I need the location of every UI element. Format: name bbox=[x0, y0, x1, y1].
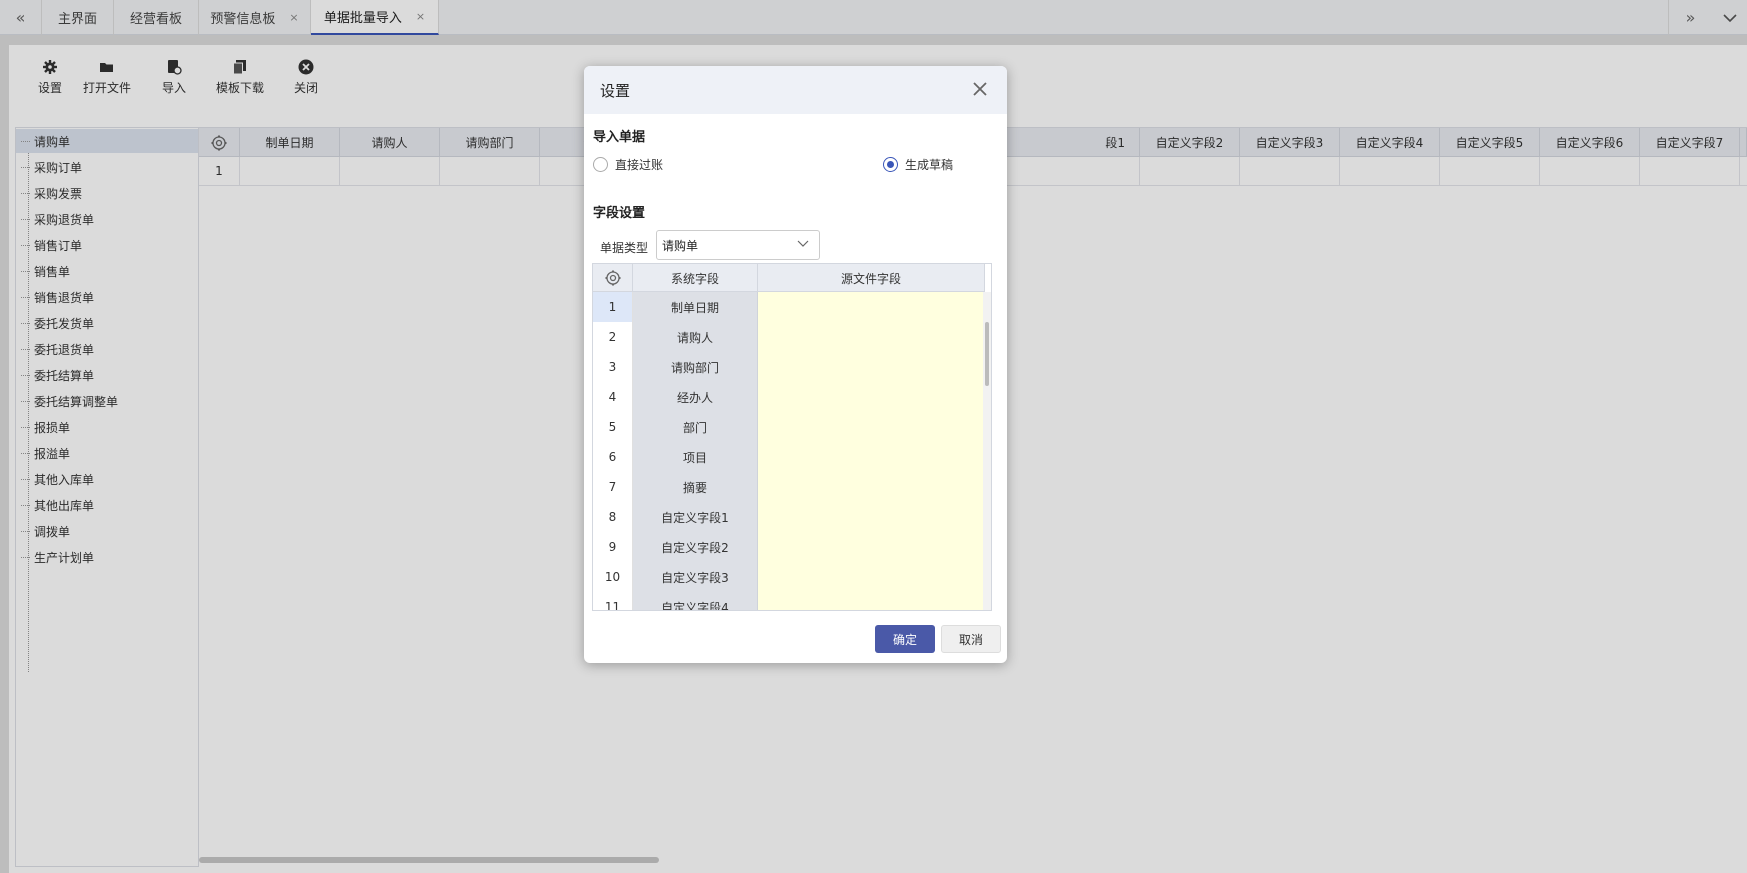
row-index: 7 bbox=[593, 472, 633, 502]
system-field-cell: 自定义字段2 bbox=[633, 532, 758, 562]
vertical-scrollbar[interactable] bbox=[983, 292, 991, 610]
cancel-button[interactable]: 取消 bbox=[941, 625, 1001, 653]
table-row[interactable]: 10 自定义字段3 bbox=[593, 562, 985, 592]
document-type-select[interactable]: 请购单 bbox=[656, 230, 820, 260]
source-field-cell[interactable] bbox=[758, 382, 985, 412]
row-index: 9 bbox=[593, 532, 633, 562]
field-table-header: 系统字段 源文件字段 bbox=[593, 264, 985, 292]
table-row[interactable]: 2 请购人 bbox=[593, 322, 985, 352]
row-index: 10 bbox=[593, 562, 633, 592]
radio-circle bbox=[593, 157, 608, 172]
source-field-cell[interactable] bbox=[758, 562, 985, 592]
source-field-cell[interactable] bbox=[758, 592, 985, 610]
radio-direct-post[interactable]: 直接过账 bbox=[593, 156, 663, 173]
source-field-cell[interactable] bbox=[758, 352, 985, 382]
system-field-cell: 自定义字段3 bbox=[633, 562, 758, 592]
table-row[interactable]: 11 自定义字段4 bbox=[593, 592, 985, 610]
system-field-cell: 制单日期 bbox=[633, 292, 758, 322]
system-field-cell: 部门 bbox=[633, 412, 758, 442]
chevron-down-icon bbox=[797, 240, 809, 247]
source-field-cell[interactable] bbox=[758, 442, 985, 472]
system-field-cell: 自定义字段1 bbox=[633, 502, 758, 532]
system-field-cell: 项目 bbox=[633, 442, 758, 472]
table-settings-icon[interactable] bbox=[593, 264, 633, 292]
source-field-cell[interactable] bbox=[758, 472, 985, 502]
table-row[interactable]: 7 摘要 bbox=[593, 472, 985, 502]
system-field-cell: 自定义字段4 bbox=[633, 592, 758, 610]
radio-circle bbox=[883, 157, 898, 172]
system-field-cell: 经办人 bbox=[633, 382, 758, 412]
table-row[interactable]: 5 部门 bbox=[593, 412, 985, 442]
table-row[interactable]: 6 项目 bbox=[593, 442, 985, 472]
row-index: 6 bbox=[593, 442, 633, 472]
dialog-header: 设置 bbox=[584, 66, 1007, 114]
table-row[interactable]: 3 请购部门 bbox=[593, 352, 985, 382]
document-type-value: 请购单 bbox=[662, 238, 699, 253]
source-field-cell[interactable] bbox=[758, 412, 985, 442]
source-field-cell[interactable] bbox=[758, 502, 985, 532]
scrollbar-thumb[interactable] bbox=[985, 322, 989, 386]
system-field-cell: 请购部门 bbox=[633, 352, 758, 382]
radio-generate-draft[interactable]: 生成草稿 bbox=[883, 156, 953, 173]
table-row[interactable]: 9 自定义字段2 bbox=[593, 532, 985, 562]
system-field-cell: 摘要 bbox=[633, 472, 758, 502]
column-header-source-field: 源文件字段 bbox=[758, 264, 985, 292]
row-index: 3 bbox=[593, 352, 633, 382]
source-field-cell[interactable] bbox=[758, 322, 985, 352]
row-index: 4 bbox=[593, 382, 633, 412]
confirm-button[interactable]: 确定 bbox=[875, 625, 935, 653]
row-index: 2 bbox=[593, 322, 633, 352]
table-row[interactable]: 8 自定义字段1 bbox=[593, 502, 985, 532]
section-title-import: 导入单据 bbox=[593, 130, 646, 145]
row-index: 1 bbox=[593, 292, 633, 322]
system-field-cell: 请购人 bbox=[633, 322, 758, 352]
table-row[interactable]: 4 经办人 bbox=[593, 382, 985, 412]
section-title-fields: 字段设置 bbox=[593, 206, 646, 221]
source-field-cell[interactable] bbox=[758, 292, 985, 322]
row-index: 5 bbox=[593, 412, 633, 442]
source-field-cell[interactable] bbox=[758, 532, 985, 562]
radio-label: 直接过账 bbox=[615, 158, 664, 172]
field-mapping-table: 系统字段 源文件字段 1 制单日期 2 请购人 3 请购部门 4 经办人 5 部… bbox=[592, 263, 992, 611]
document-type-label: 单据类型 bbox=[600, 241, 649, 255]
settings-dialog: 设置 导入单据 直接过账 生成草稿 字段设置 单据类型 请购单 系统字段 源文件… bbox=[584, 66, 1007, 663]
dialog-title: 设置 bbox=[600, 82, 631, 100]
close-icon[interactable] bbox=[969, 78, 991, 100]
radio-label: 生成草稿 bbox=[905, 158, 954, 172]
row-index: 11 bbox=[593, 592, 633, 610]
table-row[interactable]: 1 制单日期 bbox=[593, 292, 985, 322]
row-index: 8 bbox=[593, 502, 633, 532]
column-header-system-field: 系统字段 bbox=[633, 264, 758, 292]
